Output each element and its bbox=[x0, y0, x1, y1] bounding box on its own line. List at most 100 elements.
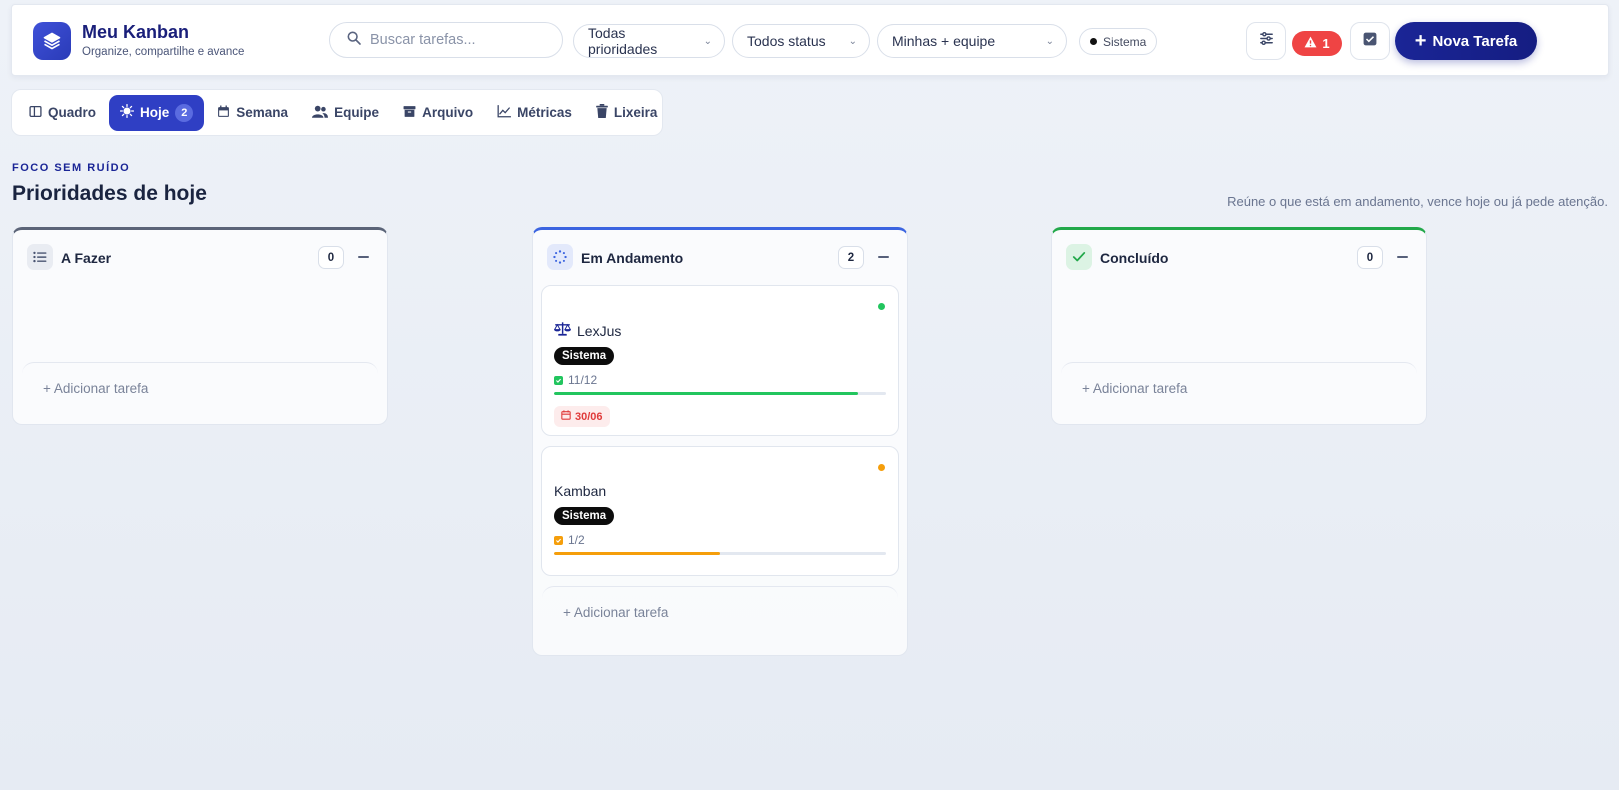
tab-label: Equipe bbox=[334, 105, 380, 120]
tab-arquivo[interactable]: Arquivo bbox=[392, 95, 484, 131]
search-icon bbox=[346, 30, 362, 51]
page-title: Prioridades de hoje bbox=[12, 182, 207, 205]
column-count: 0 bbox=[318, 246, 344, 269]
scope-filter-value: Minhas + equipe bbox=[892, 33, 996, 49]
check-icon bbox=[1066, 244, 1092, 270]
column-count: 2 bbox=[838, 246, 864, 269]
checkbox-icon bbox=[554, 375, 563, 385]
calendar-icon bbox=[217, 105, 230, 121]
tab-label: Métricas bbox=[517, 105, 572, 120]
progress-fill bbox=[554, 552, 720, 555]
priority-filter[interactable]: Todas prioridades ⌄ bbox=[573, 24, 725, 58]
column-count: 0 bbox=[1357, 246, 1383, 269]
add-task-button[interactable]: + Adicionar tarefa bbox=[22, 362, 378, 414]
column-em-andamento: Em Andamento 2 LexJus Sistema 11/12 30/0… bbox=[532, 227, 908, 656]
plus-icon: + bbox=[1414, 30, 1427, 52]
tab-badge: 2 bbox=[175, 103, 194, 122]
column-title: A Fazer bbox=[61, 250, 112, 266]
chart-line-icon bbox=[497, 104, 512, 121]
tab-label: Semana bbox=[236, 105, 289, 120]
search-box[interactable] bbox=[329, 22, 563, 58]
column-concluido: Concluído 0 + Adicionar tarefa bbox=[1051, 227, 1427, 425]
alerts-button[interactable]: 1 bbox=[1292, 31, 1342, 56]
task-title-text: LexJus bbox=[577, 322, 622, 339]
column-header: Em Andamento 2 bbox=[533, 230, 907, 285]
column-title: Concluído bbox=[1100, 250, 1169, 266]
progress-bar bbox=[554, 552, 886, 555]
checkbox-icon bbox=[554, 535, 563, 545]
project-chip-label: Sistema bbox=[1103, 34, 1147, 49]
scale-icon bbox=[553, 322, 572, 339]
tab-label: Hoje bbox=[140, 105, 170, 120]
search-input[interactable] bbox=[370, 32, 550, 48]
users-icon bbox=[312, 105, 329, 121]
progress-fill bbox=[554, 392, 859, 395]
chevron-down-icon: ⌄ bbox=[848, 35, 857, 47]
page-description: Reúne o que está em andamento, vence hoj… bbox=[1227, 194, 1608, 209]
collapse-icon[interactable] bbox=[1397, 256, 1408, 258]
tab-semana[interactable]: Semana bbox=[206, 95, 299, 131]
tab-label: Quadro bbox=[48, 105, 97, 120]
task-title-text: Kamban bbox=[554, 483, 607, 499]
collapse-icon[interactable] bbox=[878, 256, 889, 258]
progress-bar bbox=[554, 392, 886, 395]
project-tag: Sistema bbox=[554, 347, 615, 365]
column-header: Concluído 0 bbox=[1052, 230, 1426, 285]
archive-icon bbox=[403, 105, 416, 121]
sliders-icon bbox=[1258, 30, 1275, 52]
task-card[interactable]: Kamban Sistema 1/2 bbox=[541, 446, 899, 576]
subtask-progress: 1/2 bbox=[554, 533, 886, 547]
status-filter-value: Todos status bbox=[747, 33, 826, 49]
subtask-progress: 11/12 bbox=[554, 373, 886, 387]
task-title: LexJus bbox=[553, 286, 886, 339]
new-task-label: Nova Tarefa bbox=[1432, 32, 1518, 50]
tab-hoje[interactable]: Hoje 2 bbox=[109, 94, 205, 131]
columns-icon bbox=[29, 105, 42, 121]
column-a-fazer: A Fazer 0 + Adicionar tarefa bbox=[12, 227, 388, 425]
column-title: Em Andamento bbox=[581, 250, 684, 266]
tab-label: Lixeira bbox=[613, 105, 658, 120]
priority-dot bbox=[878, 464, 885, 471]
project-tag: Sistema bbox=[554, 507, 615, 525]
chevron-down-icon: ⌄ bbox=[1045, 35, 1054, 47]
task-card[interactable]: LexJus Sistema 11/12 30/06 bbox=[541, 285, 899, 436]
list-icon bbox=[27, 244, 53, 270]
subtask-count: 11/12 bbox=[568, 373, 598, 387]
project-dot bbox=[1090, 38, 1097, 45]
column-body bbox=[13, 285, 387, 362]
new-task-button[interactable]: + Nova Tarefa bbox=[1395, 22, 1537, 60]
add-task-button[interactable]: + Adicionar tarefa bbox=[1061, 362, 1417, 414]
tab-quadro[interactable]: Quadro bbox=[18, 95, 107, 131]
layers-icon[interactable] bbox=[33, 22, 71, 60]
add-task-button[interactable]: + Adicionar tarefa bbox=[542, 586, 898, 638]
calendar-icon bbox=[561, 410, 571, 423]
checkbox-icon bbox=[1363, 32, 1377, 51]
trash-icon bbox=[596, 104, 608, 121]
project-chip[interactable]: Sistema bbox=[1079, 28, 1158, 55]
tab-metricas[interactable]: Métricas bbox=[486, 95, 583, 131]
subtask-count: 1/2 bbox=[568, 533, 585, 547]
priority-dot bbox=[878, 303, 885, 310]
column-body bbox=[1052, 285, 1426, 362]
tasks-check-button[interactable] bbox=[1350, 22, 1390, 60]
alerts-count: 1 bbox=[1322, 36, 1330, 51]
loader-icon bbox=[547, 244, 573, 270]
app-subtitle: Organize, compartilhe e avance bbox=[82, 46, 245, 58]
page-eyebrow: FOCO SEM RUÍDO bbox=[12, 162, 131, 174]
scope-filter[interactable]: Minhas + equipe ⌄ bbox=[877, 24, 1067, 58]
warning-icon bbox=[1304, 36, 1317, 51]
tab-label: Arquivo bbox=[422, 105, 474, 120]
tab-lixeira[interactable]: Lixeira bbox=[585, 95, 669, 131]
task-title: Kamban bbox=[554, 447, 886, 499]
tab-equipe[interactable]: Equipe bbox=[301, 95, 390, 131]
status-filter[interactable]: Todos status ⌄ bbox=[732, 24, 870, 58]
due-date: 30/06 bbox=[575, 410, 603, 423]
sun-icon bbox=[119, 103, 135, 121]
view-tabs: Quadro Hoje 2 Semana Equipe Arquivo Métr… bbox=[11, 89, 663, 136]
filter-settings-button[interactable] bbox=[1246, 22, 1286, 60]
collapse-icon[interactable] bbox=[358, 256, 369, 258]
priority-filter-value: Todas prioridades bbox=[588, 25, 658, 57]
chevron-down-icon: ⌄ bbox=[703, 35, 712, 47]
app-title: Meu Kanban bbox=[82, 22, 190, 42]
top-bar: Meu Kanban Organize, compartilhe e avanc… bbox=[11, 4, 1609, 76]
